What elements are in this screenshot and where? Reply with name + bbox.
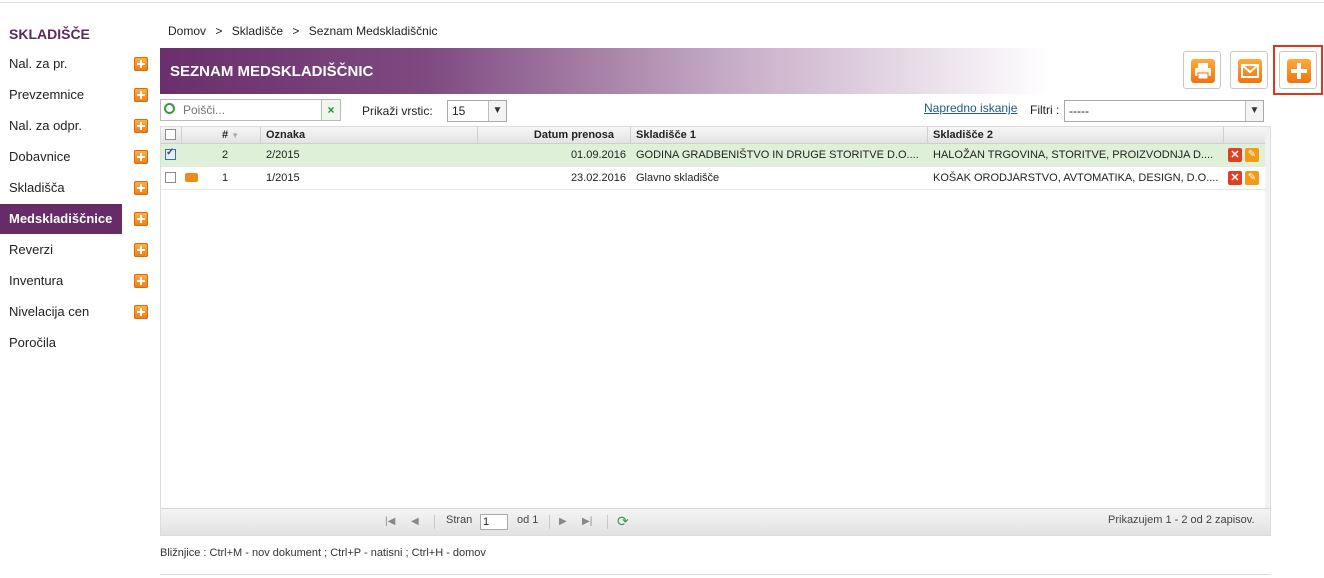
sort-desc-icon: ▼ xyxy=(231,131,240,140)
table-row[interactable]: 2 2/2015 01.09.2016 GODINA GRADBENIŠTVO … xyxy=(161,144,1265,167)
edit-icon[interactable]: ✎ xyxy=(1245,171,1259,185)
sidebar-item[interactable]: Skladišča xyxy=(0,173,122,203)
add-button[interactable] xyxy=(1279,51,1317,89)
sidebar-item[interactable]: Medskladiščnice xyxy=(0,204,122,234)
breadcrumb: Domov > Skladišče > Seznam Medskladiščni… xyxy=(168,24,444,38)
top-divider xyxy=(0,2,1324,3)
page-input[interactable]: 1 xyxy=(480,514,508,530)
chevron-down-icon: ▼ xyxy=(1245,101,1263,121)
sidebar-item[interactable]: Prevzemnice xyxy=(0,80,122,110)
rows-select[interactable]: 15 ▼ xyxy=(447,100,507,122)
row-num: 1 xyxy=(222,172,229,184)
print-button[interactable] xyxy=(1183,51,1221,89)
row-skladisce-1: GODINA GRADBENIŠTVO IN DRUGE STORITVE D.… xyxy=(636,149,919,161)
page-title: SEZNAM MEDSKLADIŠČNIC xyxy=(170,63,374,80)
search-icon xyxy=(164,103,175,114)
row-num: 2 xyxy=(222,149,229,161)
data-grid: # ▼ Oznaka Datum prenosa Skladišče 1 Skl… xyxy=(160,126,1271,536)
add-new-icon[interactable] xyxy=(134,305,148,319)
pager: |◀ ◀ Stran 1 od 1 ▶ ▶| ⟳ Prikazujem 1 - … xyxy=(161,508,1270,535)
add-new-icon[interactable] xyxy=(134,88,148,102)
breadcrumb-separator: > xyxy=(292,24,300,38)
first-page-icon[interactable]: |◀ xyxy=(385,516,395,527)
sidebar-item[interactable]: Nivelacija cen xyxy=(0,297,122,327)
rows-select-value: 15 xyxy=(452,104,466,118)
pager-separator xyxy=(607,515,608,529)
pager-separator xyxy=(549,515,550,529)
row-oznaka: 2/2015 xyxy=(266,149,300,161)
filter-label: Filtri : xyxy=(1030,103,1060,117)
row-checkbox[interactable] xyxy=(165,147,176,160)
prev-page-icon[interactable]: ◀ xyxy=(411,516,419,527)
filter-select[interactable]: ----- ▼ xyxy=(1064,100,1264,122)
records-summary: Prikazujem 1 - 2 od 2 zapisov. xyxy=(1108,514,1255,526)
delete-icon[interactable]: ✕ xyxy=(1228,171,1242,185)
plus-icon xyxy=(1287,59,1311,83)
printer-icon xyxy=(1191,59,1215,83)
header-skladisce-1[interactable]: Skladišče 1 xyxy=(631,127,928,143)
envelope-icon xyxy=(1238,59,1262,83)
sidebar-title: SKLADIŠČE xyxy=(9,26,90,42)
sidebar-item[interactable]: Dobavnice xyxy=(0,142,122,172)
table-row[interactable]: 1 1/2015 23.02.2016 Glavno skladišče KOŠ… xyxy=(161,167,1265,190)
row-datum: 23.02.2016 xyxy=(570,172,626,184)
bottom-divider xyxy=(160,574,1271,575)
sidebar-item[interactable]: Poročila xyxy=(0,328,122,358)
breadcrumb-current: Seznam Medskladiščnic xyxy=(308,24,438,38)
clear-search-icon[interactable]: × xyxy=(321,100,340,120)
row-skladisce-2: KOŠAK ORODJARSTVO, AVTOMATIKA, DESIGN, D… xyxy=(933,172,1219,184)
row-datum: 01.09.2016 xyxy=(570,149,626,161)
next-page-icon[interactable]: ▶ xyxy=(559,516,567,527)
add-new-icon[interactable] xyxy=(134,243,148,257)
edit-icon[interactable]: ✎ xyxy=(1245,148,1259,162)
header-oznaka[interactable]: Oznaka xyxy=(261,127,478,143)
breadcrumb-separator: > xyxy=(215,24,223,38)
page-label: Stran xyxy=(446,514,473,526)
shortcuts-hint: Bližnjice : Ctrl+M - nov dokument ; Ctrl… xyxy=(160,547,486,559)
sidebar-item[interactable]: Inventura xyxy=(0,266,122,296)
delete-icon[interactable]: ✕ xyxy=(1228,148,1242,162)
add-new-icon[interactable] xyxy=(134,212,148,226)
rows-label: Prikaži vrstic: xyxy=(362,104,433,118)
header-skladisce-2[interactable]: Skladišče 2 xyxy=(928,127,1224,143)
row-oznaka: 1/2015 xyxy=(266,172,300,184)
refresh-icon[interactable]: ⟳ xyxy=(617,513,629,530)
header-num[interactable]: # ▼ xyxy=(217,127,261,143)
sidebar-item[interactable]: Nal. za pr. xyxy=(0,49,122,79)
add-new-icon[interactable] xyxy=(134,181,148,195)
page-header: SEZNAM MEDSKLADIŠČNIC xyxy=(160,48,1050,94)
breadcrumb-home[interactable]: Domov xyxy=(168,24,206,38)
sidebar-item[interactable]: Reverzi xyxy=(0,235,122,265)
header-select-all[interactable] xyxy=(161,127,182,143)
header-datum[interactable]: Datum prenosa xyxy=(478,127,631,143)
filter-select-value: ----- xyxy=(1069,104,1089,118)
row-checkbox[interactable] xyxy=(165,172,176,183)
sidebar-item[interactable]: Nal. za odpr. xyxy=(0,111,122,141)
chevron-down-icon: ▼ xyxy=(488,101,506,121)
add-new-icon[interactable] xyxy=(134,150,148,164)
email-button[interactable] xyxy=(1230,51,1268,89)
breadcrumb-skladisce[interactable]: Skladišče xyxy=(232,24,283,38)
grid-header: # ▼ Oznaka Datum prenosa Skladišče 1 Skl… xyxy=(161,127,1265,144)
header-spacer xyxy=(182,127,217,143)
row-skladisce-1: Glavno skladišče xyxy=(636,172,720,184)
select-all-checkbox[interactable] xyxy=(165,129,176,140)
add-new-icon[interactable] xyxy=(134,57,148,71)
search-box: × xyxy=(160,99,341,121)
pager-separator xyxy=(434,515,435,529)
search-input[interactable] xyxy=(183,101,321,119)
page-count: od 1 xyxy=(517,514,539,526)
add-new-icon[interactable] xyxy=(134,274,148,288)
last-page-icon[interactable]: ▶| xyxy=(582,516,592,527)
printed-icon xyxy=(185,173,198,182)
add-new-icon[interactable] xyxy=(134,119,148,133)
grid-body: 2 2/2015 01.09.2016 GODINA GRADBENIŠTVO … xyxy=(161,144,1265,508)
advanced-search-link[interactable]: Napredno iskanje xyxy=(924,101,1017,115)
row-skladisce-2: HALOŽAN TRGOVINA, STORITVE, PROIZVODNJA … xyxy=(933,149,1214,161)
